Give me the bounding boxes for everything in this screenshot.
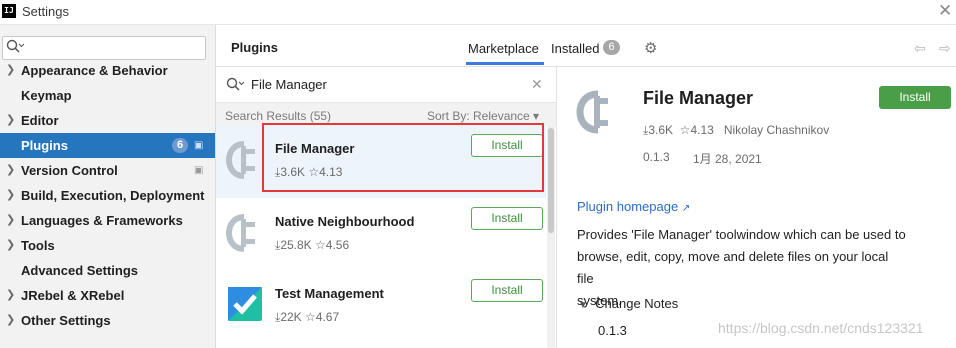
sidebar: ❯ Appearance & Behavior Keymap ❯ Editor Plugi…: [0, 25, 216, 348]
highlight-box: [262, 123, 544, 192]
detail-version: 0.1.3: [643, 150, 670, 164]
sidebar-item-keymap[interactable]: Keymap: [0, 83, 215, 108]
sidebar-item-label: Advanced Settings: [21, 263, 139, 278]
plugin-downloads: 25.8K: [280, 238, 312, 252]
plugin-search-input[interactable]: File Manager ✕: [216, 67, 556, 103]
change-notes-toggle[interactable]: ▼ Change Notes: [578, 296, 678, 311]
sidebar-item-label: Editor: [21, 113, 59, 128]
search-icon: [6, 39, 25, 58]
sidebar-item-badge: 6: [172, 138, 188, 153]
search-query: File Manager: [251, 77, 327, 92]
forward-arrow-icon[interactable]: ⇨: [939, 40, 951, 57]
plugin-rating: 4.67: [315, 310, 340, 324]
sidebar-item-appearance-behavior[interactable]: ❯ Appearance & Behavior: [0, 58, 215, 83]
chevron-right-icon[interactable]: ❯: [6, 158, 15, 183]
gear-icon[interactable]: ⚙: [644, 39, 657, 57]
project-scope-icon: ▣: [194, 165, 204, 176]
chevron-right-icon[interactable]: ❯: [6, 108, 15, 133]
star-icon: ☆: [679, 123, 691, 137]
sidebar-item-label: Keymap: [21, 88, 72, 103]
detail-vendor[interactable]: Nikolay Chashnikov: [724, 123, 829, 137]
sidebar-item-editor[interactable]: ❯ Editor: [0, 108, 215, 133]
page-title: Plugins: [231, 40, 278, 55]
sidebar-item-label: Appearance & Behavior: [21, 63, 168, 78]
tab-marketplace[interactable]: Marketplace: [468, 41, 539, 56]
close-icon[interactable]: ✕: [938, 1, 952, 21]
install-button[interactable]: Install: [471, 207, 543, 230]
plugin-name: Native Neighbourhood: [275, 214, 415, 229]
results-count: Search Results (55): [225, 109, 332, 123]
settings-search-input[interactable]: [2, 36, 206, 60]
sidebar-item-version-control[interactable]: ❯ Version Control ▣: [0, 158, 215, 183]
title-bar: [0, 0, 956, 25]
detail-date: 1月 28, 2021: [693, 152, 762, 166]
sidebar-item-other-settings[interactable]: ❯ Other Settings: [0, 308, 215, 333]
sidebar-item-label: JRebel & XRebel: [21, 288, 125, 303]
detail-rating: 4.13: [690, 123, 714, 137]
sidebar-item-tools[interactable]: ❯ Tools: [0, 233, 215, 258]
plugin-plug-icon: [225, 138, 262, 185]
sidebar-item-jrebel-xrebel[interactable]: ❯ JRebel & XRebel: [0, 283, 215, 308]
sidebar-item-languages-frameworks[interactable]: ❯ Languages & Frameworks: [0, 208, 215, 233]
plugin-rating: 4.56: [325, 238, 350, 252]
detail-install-button[interactable]: Install: [879, 86, 951, 109]
plugin-name: Test Management: [275, 286, 384, 301]
triangle-down-icon: ▼: [578, 300, 588, 311]
search-icon: [226, 77, 245, 96]
chevron-right-icon[interactable]: ❯: [6, 58, 15, 83]
project-scope-icon: ▣: [194, 140, 204, 151]
chevron-right-icon[interactable]: ❯: [6, 208, 15, 233]
plugin-stats: ⤓22K ☆4.67: [275, 310, 339, 325]
back-arrow-icon[interactable]: ⇦: [914, 40, 926, 57]
homepage-label: Plugin homepage: [577, 199, 679, 214]
tab-installed[interactable]: Installed: [551, 41, 599, 56]
app-icon: IJ: [2, 4, 16, 18]
detail-plugin-name: File Manager: [643, 88, 754, 108]
plugin-plug-icon: [576, 86, 620, 141]
chevron-right-icon[interactable]: ❯: [6, 308, 15, 333]
description-line: Provides 'File Manager' toolwindow which…: [577, 227, 906, 242]
detail-stats: ⤓3.6K ☆4.13 Nikolay Chashnikov: [643, 123, 829, 138]
sidebar-item-label: Plugins: [21, 138, 68, 153]
pane-divider: [556, 67, 557, 348]
external-link-icon: ↗: [681, 203, 691, 214]
plugin-list-item[interactable]: Native Neighbourhood ⤓25.8K ☆4.56 Install: [216, 199, 546, 271]
sidebar-item-build-execution-deployment[interactable]: ❯ Build, Execution, Deployment: [0, 183, 215, 208]
installed-count-badge: 6: [603, 40, 620, 55]
sidebar-item-label: Build, Execution, Deployment: [21, 188, 205, 203]
scroll-thumb[interactable]: [548, 128, 554, 233]
watermark: https://blog.csdn.net/cnds123321: [718, 320, 924, 336]
change-notes-version: 0.1.3: [598, 323, 627, 338]
plugin-homepage-link[interactable]: Plugin homepage ↗: [577, 199, 690, 214]
plugin-list-item[interactable]: Test Management ⤓22K ☆4.67 Install: [216, 271, 546, 343]
chevron-right-icon[interactable]: ❯: [6, 233, 15, 258]
chevron-right-icon[interactable]: ❯: [6, 183, 15, 208]
sidebar-item-label: Other Settings: [21, 313, 111, 328]
detail-downloads: 3.6K: [648, 123, 673, 137]
sidebar-item-plugins[interactable]: Plugins 6 ▣: [0, 133, 215, 158]
description-line: browse, edit, copy, move and delete file…: [577, 249, 889, 286]
sidebar-item-advanced-settings[interactable]: Advanced Settings: [0, 258, 215, 283]
window-title: Settings: [22, 4, 69, 19]
sidebar-item-label: Version Control: [21, 163, 118, 178]
sidebar-item-label: Languages & Frameworks: [21, 213, 183, 228]
star-icon: ☆: [315, 238, 326, 252]
install-button[interactable]: Install: [471, 279, 543, 302]
test-management-logo-icon: [228, 287, 262, 324]
sort-label: Sort By: Relevance: [427, 109, 530, 123]
chevron-right-icon[interactable]: ❯: [6, 283, 15, 308]
star-icon: ☆: [305, 310, 316, 324]
plugin-downloads: 22K: [280, 310, 302, 324]
change-notes-label: Change Notes: [595, 296, 679, 311]
sidebar-item-label: Tools: [21, 238, 55, 253]
plugin-stats: ⤓25.8K ☆4.56: [275, 238, 349, 253]
clear-search-icon[interactable]: ✕: [531, 76, 543, 93]
sort-dropdown[interactable]: Sort By: Relevance ▾: [427, 109, 539, 123]
plugin-plug-icon: [225, 211, 262, 258]
tab-selected-indicator: [466, 62, 544, 65]
